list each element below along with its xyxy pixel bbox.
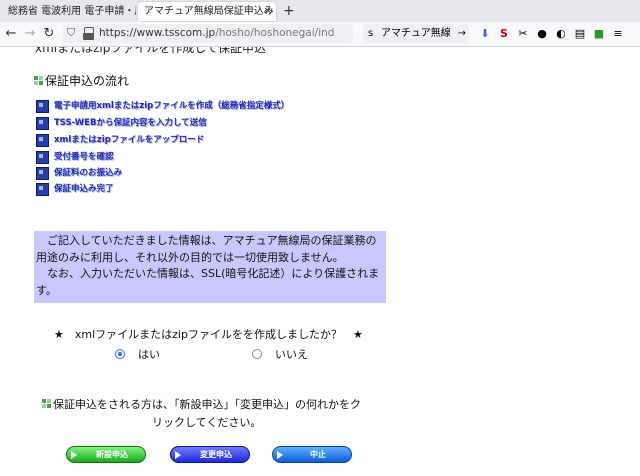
- shield-icon[interactable]: ⛉: [67, 26, 75, 40]
- privacy-notice: ご記入していただきました情報は、アマチュア無線局の保証業務の 用途のみに利用し、…: [34, 231, 386, 303]
- search-prefix: s: [368, 28, 374, 39]
- url-path: /hosho/hoshonegai/ind: [215, 27, 335, 39]
- close-icon[interactable]: ✕: [264, 2, 272, 21]
- extension-icon-5[interactable]: ■: [592, 26, 606, 41]
- step-box-icon: [36, 134, 49, 147]
- button-label: 変更申込: [200, 450, 232, 459]
- forward-icon[interactable]: →: [22, 25, 38, 43]
- arrow-right-icon: [71, 451, 77, 459]
- notice-line: 用途のみに利用し、それ以外の目的では一切使用致しません。: [36, 250, 344, 264]
- reload-icon[interactable]: ↻: [41, 25, 57, 43]
- address-bar[interactable]: ⛉ https://www.tsscom.jp/hosho/hoshonegai…: [63, 24, 353, 43]
- change-application-button[interactable]: 変更申込: [170, 446, 250, 463]
- clipped-text: xmlまたはzipファイルを作成して保証申込: [35, 47, 267, 55]
- search-input[interactable]: アマチュア無線: [381, 24, 455, 43]
- url-domain: https://www.tsscom.jp: [99, 27, 216, 39]
- menu-icon[interactable]: ≡: [611, 26, 625, 41]
- extension-s-icon[interactable]: S: [497, 26, 511, 41]
- download-icon[interactable]: ⬇: [478, 26, 492, 41]
- flow-heading-text: 保証申込の流れ: [45, 74, 130, 88]
- step-label: xmlまたはzipファイルをアップロード: [54, 135, 205, 145]
- file-created-question: ★ xmlファイルまたはzipファイルをを作成しましたか？ ★: [54, 328, 363, 341]
- instruction-text: 保証申込をされる方は、「新設申込」「変更申込」の何れかをク: [53, 398, 361, 411]
- square-bullet-icon: [34, 76, 44, 86]
- back-icon[interactable]: ←: [3, 25, 19, 43]
- page-content: xmlまたはzipファイルを作成して保証申込 保証申込の流れ 電子申請用xmlま…: [0, 47, 640, 476]
- tab-amateur-hosho[interactable]: アマチュア無線局保証申込み ✕: [138, 2, 276, 21]
- new-application-button[interactable]: 新設申込: [66, 446, 146, 463]
- button-label: 新設申込: [96, 450, 128, 459]
- lock-icon-body: [83, 33, 94, 40]
- step-label: 受付番号を確認: [54, 152, 114, 162]
- step-box-icon: [36, 117, 49, 130]
- notice-line: なお、入力いただいた情報は、SSL(暗号化記述）により保護されま: [36, 267, 380, 280]
- flow-heading: 保証申込の流れ: [34, 72, 129, 89]
- arrow-right-icon: [175, 451, 181, 459]
- step-box-icon: [36, 183, 49, 196]
- notice-line: ご記入していただきました情報は、アマチュア無線局の保証業務の: [36, 234, 377, 247]
- extension-icon[interactable]: ✂: [516, 26, 530, 41]
- extension-icon-2[interactable]: ●: [535, 26, 549, 41]
- step-label: TSS-WEBから保証内容を入力して送信: [54, 118, 207, 128]
- step-label: 保証申込み完了: [54, 184, 114, 194]
- step-box-icon: [36, 151, 49, 164]
- extension-icon-3[interactable]: ◐: [554, 26, 568, 41]
- notice-line: す。: [36, 283, 57, 297]
- search-go-icon[interactable]: →: [458, 24, 466, 43]
- tab-title: アマチュア無線局保証申込み: [144, 6, 274, 17]
- step-label: 保証料のお振込み: [54, 168, 123, 178]
- instruction-line1: 保証申込をされる方は、「新設申込」「変更申込」の何れかをク: [42, 396, 361, 412]
- button-label: 中止: [310, 450, 326, 459]
- step-label: 電子申請用xmlまたはzipファイルを作成（総務省指定様式）: [54, 101, 290, 111]
- step-box-icon: [36, 100, 49, 113]
- new-tab-icon[interactable]: +: [283, 1, 295, 21]
- tab-title: 総務省 電波利用 電子申請・届: [8, 6, 136, 17]
- search-box[interactable]: s アマチュア無線 →: [363, 24, 469, 43]
- navigation-bar: ← → ↻ ⛉ https://www.tsscom.jp/hosho/hosh…: [0, 22, 640, 47]
- square-bullet-icon: [42, 399, 52, 409]
- radio-yes-label[interactable]: はい: [138, 346, 160, 362]
- instruction-line2: リックしてください。: [152, 416, 262, 429]
- radio-no-label[interactable]: いいえ: [275, 346, 308, 362]
- radio-yes[interactable]: [115, 349, 125, 359]
- url-text[interactable]: https://www.tsscom.jp/hosho/hoshonegai/i…: [99, 24, 349, 43]
- arrow-right-icon: [277, 451, 283, 459]
- extension-icon-4[interactable]: ▤: [573, 26, 587, 41]
- tab-denpa[interactable]: 総務省 電波利用 電子申請・届: [2, 2, 136, 21]
- step-box-icon: [36, 167, 49, 180]
- tab-bar: 総務省 電波利用 電子申請・届 アマチュア無線局保証申込み ✕ +: [0, 0, 640, 23]
- cancel-button[interactable]: 中止: [272, 446, 352, 463]
- radio-no[interactable]: [252, 349, 262, 359]
